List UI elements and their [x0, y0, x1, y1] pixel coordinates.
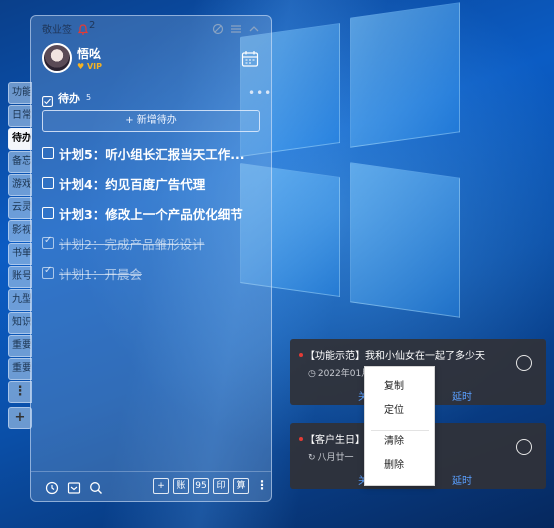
complete-toggle[interactable] [516, 439, 532, 455]
username: 悟吆 [77, 47, 102, 61]
panel-footer-toolbar: + 账 95 印 算 ⋮ [31, 471, 271, 501]
todo-checkbox[interactable] [42, 147, 54, 159]
footer-add-button[interactable]: + [153, 478, 169, 494]
inbox-icon[interactable] [67, 480, 81, 499]
menu-item-copy[interactable]: 复制 [365, 376, 434, 398]
todo-widget-panel: 敬业签 2 悟吆 ♥ VIP 待办 5 ••• + 新增待办 计划5：听小组长汇… [30, 15, 272, 502]
unread-dot-icon [299, 437, 303, 441]
todo-item[interactable]: 计划4：约见百度广告代理 [42, 173, 268, 193]
menu-item-clear[interactable]: 清除 [365, 431, 434, 453]
todo-item[interactable]: 计划3：修改上一个产品优化细节 [42, 203, 268, 223]
side-tab[interactable]: 待办 [8, 128, 32, 150]
delay-reminder-button[interactable]: 延时 [452, 472, 472, 487]
reminder-time: ◷ 2022年01月 [308, 366, 370, 379]
reminder-time-text: 八月廿一 [317, 453, 354, 463]
notification-count: 2 [89, 20, 96, 31]
todo-count: 5 [86, 93, 92, 102]
todo-item-text: 计划2：完成产品雏形设计 [59, 237, 205, 252]
side-tab-more-button[interactable]: ⋮ [8, 381, 32, 403]
calendar-icon[interactable] [241, 50, 259, 72]
todo-item-text: 计划3：修改上一个产品优化细节 [59, 207, 243, 222]
checkbox-icon [42, 92, 53, 111]
vip-label: VIP [86, 62, 102, 71]
menu-item-delete[interactable]: 删除 [365, 455, 434, 477]
delay-reminder-button[interactable]: 延时 [452, 388, 472, 403]
side-tab[interactable]: 书单 [8, 243, 32, 265]
menu-item-locate[interactable]: 定位 [365, 400, 434, 422]
menu-icon[interactable] [230, 20, 244, 34]
todo-title: 待办 [58, 92, 80, 105]
footer-calc-button[interactable]: 算 [233, 478, 249, 494]
side-tab[interactable]: 九型 [8, 289, 32, 311]
side-tab[interactable]: 备忘 [8, 151, 32, 173]
vip-badge: ♥ VIP [77, 62, 102, 71]
reminder-title: 【功能示范】我和小仙女在一起了多少天 [305, 351, 485, 362]
footer-account-button[interactable]: 账 [173, 478, 189, 494]
reminder-time: ↻ 八月廿一 [308, 450, 354, 463]
footer-print-button[interactable]: 印 [213, 478, 229, 494]
todo-item-text: 计划1：开晨会 [59, 267, 142, 282]
todo-item[interactable]: 计划5：听小组长汇报当天工作... [42, 143, 268, 163]
side-tab[interactable]: 日常 [8, 105, 32, 127]
todo-checkbox[interactable] [42, 265, 54, 279]
todo-checkbox[interactable] [42, 207, 54, 219]
reminder-time-text: 2022年01月 [317, 369, 371, 379]
todo-checkbox[interactable] [42, 235, 54, 249]
clock-icon[interactable] [45, 480, 59, 499]
todo-item-text: 计划4：约见百度广告代理 [59, 177, 206, 192]
add-category-button[interactable]: + [8, 407, 32, 429]
category-side-tabs: 功能 日常 待办 备忘 游戏 云灵 影视 书单 账号 九型 知识 重要 重要 ⋮ + [8, 82, 32, 430]
app-title: 敬业签 [42, 25, 72, 36]
todo-item-text: 计划5：听小组长汇报当天工作... [59, 147, 245, 162]
title-bar[interactable]: 敬业签 2 [31, 16, 271, 38]
bell-icon[interactable] [77, 20, 89, 39]
search-icon[interactable] [89, 480, 103, 499]
clock-icon: ◷ [308, 369, 316, 379]
repeat-icon: ↻ [308, 453, 316, 463]
side-tab[interactable]: 功能 [8, 82, 32, 104]
add-todo-button[interactable]: + 新增待办 [42, 110, 260, 132]
side-tab[interactable]: 云灵 [8, 197, 32, 219]
side-tab[interactable]: 账号 [8, 266, 32, 288]
side-tab[interactable]: 重要 [8, 358, 32, 380]
footer-more-button[interactable]: ⋮ [256, 478, 268, 492]
side-tab[interactable]: 知识 [8, 312, 32, 334]
more-options-icon[interactable]: ••• [248, 86, 272, 100]
context-menu: 复制 定位 清除 删除 [364, 366, 435, 486]
complete-toggle[interactable] [516, 355, 532, 371]
todo-item[interactable]: 计划1：开晨会 [42, 263, 268, 283]
sync-icon[interactable] [212, 20, 226, 35]
side-tab[interactable]: 重要 [8, 335, 32, 357]
unread-dot-icon [299, 353, 303, 357]
side-tab[interactable]: 游戏 [8, 174, 32, 196]
todo-checkbox[interactable] [42, 177, 54, 189]
avatar[interactable] [42, 43, 72, 73]
side-tab[interactable]: 影视 [8, 220, 32, 242]
reminder-title: 【客户生日】 [305, 435, 365, 446]
collapse-icon[interactable] [248, 20, 262, 34]
footer-95-button[interactable]: 95 [193, 478, 209, 494]
todo-section-header: 待办 5 ••• [42, 86, 271, 107]
todo-item[interactable]: 计划2：完成产品雏形设计 [42, 233, 268, 253]
